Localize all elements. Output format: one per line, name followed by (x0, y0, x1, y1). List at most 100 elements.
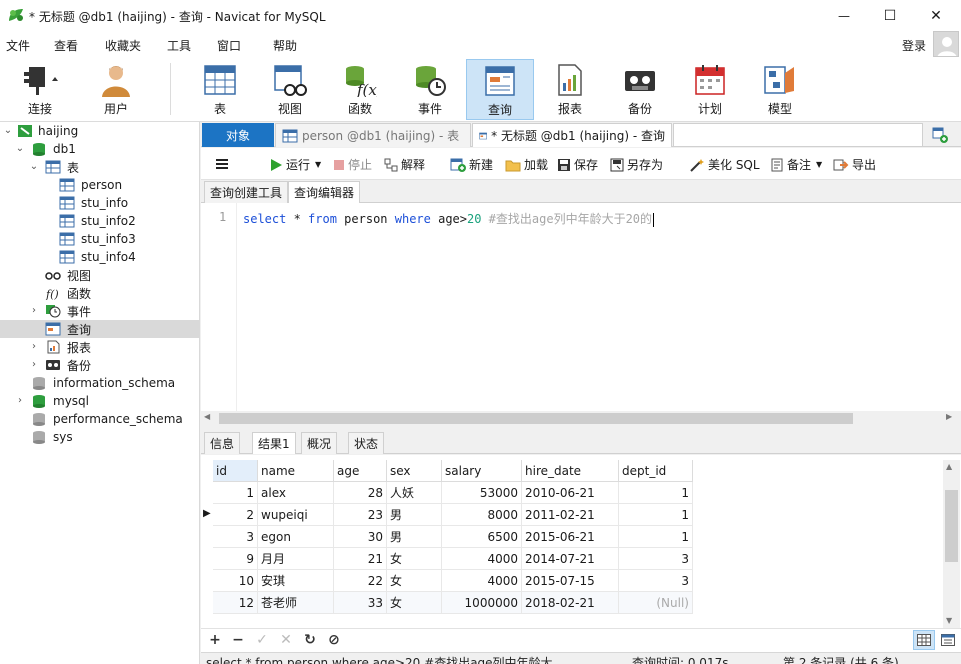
tree-table-stu-info3[interactable]: stu_info3 (0, 230, 199, 248)
maximize-button[interactable]: ☐ (867, 0, 913, 31)
login-link[interactable]: 登录 (902, 37, 926, 54)
cell-name[interactable]: 月月 (258, 548, 334, 570)
cell-age[interactable]: 21 (334, 548, 387, 570)
toolbar-view-button[interactable]: 视图 (256, 59, 324, 120)
tree-database-mysql[interactable]: › mysql (0, 392, 199, 410)
tree-database-sys[interactable]: sys (0, 428, 199, 446)
add-record-icon[interactable]: + (208, 632, 222, 648)
sql-editor[interactable] (201, 203, 961, 411)
cell-sex[interactable]: 女 (387, 548, 442, 570)
tree-reports[interactable]: › 报表 (0, 338, 199, 356)
toolbar-query-button[interactable]: 查询 (466, 59, 534, 120)
cell-id[interactable]: 2 (213, 504, 258, 526)
tree-table-stu-info4[interactable]: stu_info4 (0, 248, 199, 266)
tab-result1[interactable]: 结果1 (252, 432, 296, 454)
cell-salary[interactable]: 53000 (442, 482, 522, 504)
cell-dept-id[interactable]: (Null) (619, 592, 693, 614)
export-button[interactable]: 导出 (833, 156, 876, 173)
cell-salary[interactable]: 1000000 (442, 592, 522, 614)
cell-sex[interactable]: 女 (387, 570, 442, 592)
menu-tools[interactable]: 工具 (167, 37, 191, 54)
column-header-sex[interactable]: sex (387, 460, 442, 482)
toolbar-function-button[interactable]: f(x) 函数 (326, 59, 394, 120)
cell-sex[interactable]: 男 (387, 526, 442, 548)
run-button[interactable]: 运行 ▼ (269, 156, 321, 173)
tree-functions[interactable]: f() 函数 (0, 284, 199, 302)
save-button[interactable]: 保存 (557, 156, 598, 173)
toolbar-schedule-button[interactable]: 计划 (676, 59, 744, 120)
cell-hire-date[interactable]: 2018-02-21 (522, 592, 619, 614)
discard-changes-icon[interactable]: ✕ (279, 632, 293, 648)
cell-salary[interactable]: 6500 (442, 526, 522, 548)
minimize-button[interactable]: — (821, 0, 867, 31)
scroll-right-icon[interactable]: ▶ (946, 412, 952, 421)
tree-backups[interactable]: › 备份 (0, 356, 199, 374)
cell-name[interactable]: alex (258, 482, 334, 504)
cell-sex[interactable]: 男 (387, 504, 442, 526)
cell-sex[interactable]: 女 (387, 592, 442, 614)
explain-button[interactable]: 解释 (384, 156, 425, 173)
cell-name[interactable]: 苍老师 (258, 592, 334, 614)
cell-age[interactable]: 22 (334, 570, 387, 592)
tree-database-performance-schema[interactable]: performance_schema (0, 410, 199, 428)
menu-favorites[interactable]: 收藏夹 (105, 37, 141, 54)
cell-dept-id[interactable]: 1 (619, 504, 693, 526)
toolbar-user-button[interactable]: 用户 (82, 59, 150, 120)
menu-window[interactable]: 窗口 (217, 37, 241, 54)
cell-age[interactable]: 33 (334, 592, 387, 614)
cell-age[interactable]: 23 (334, 504, 387, 526)
tree-views[interactable]: 视图 (0, 266, 199, 284)
save-as-button[interactable]: 另存为 (610, 156, 663, 173)
comment-dropdown-icon[interactable]: ▼ (816, 160, 822, 169)
column-header-age[interactable]: age (334, 460, 387, 482)
tree-table-person[interactable]: person (0, 176, 199, 194)
avatar[interactable] (933, 31, 959, 57)
cell-dept-id[interactable]: 1 (619, 526, 693, 548)
tab-info[interactable]: 信息 (204, 432, 241, 454)
cell-name[interactable]: egon (258, 526, 334, 548)
cell-dept-id[interactable]: 3 (619, 570, 693, 592)
cell-hire-date[interactable]: 2015-06-21 (522, 526, 619, 548)
scroll-left-icon[interactable]: ◀ (204, 412, 210, 421)
toolbar-table-button[interactable]: 表 (186, 59, 254, 120)
tree-table-stu-info2[interactable]: stu_info2 (0, 212, 199, 230)
tab-query-builder[interactable]: 查询创建工具 (204, 181, 289, 203)
cell-dept-id[interactable]: 3 (619, 548, 693, 570)
collapse-caret-icon[interactable]: ⌄ (29, 162, 39, 172)
tab-profile[interactable]: 概况 (301, 432, 338, 454)
object-info-icon[interactable] (932, 127, 948, 143)
cell-id[interactable]: 3 (213, 526, 258, 548)
column-header-salary[interactable]: salary (442, 460, 522, 482)
toolbar-backup-button[interactable]: 备份 (606, 59, 674, 120)
tab-query-editor[interactable]: 查询编辑器 (288, 181, 361, 203)
column-header-id[interactable]: id (213, 460, 258, 482)
toolbar-report-button[interactable]: 报表 (536, 59, 604, 120)
toolbar-connect-button[interactable]: 连接 (6, 59, 74, 120)
cell-hire-date[interactable]: 2010-06-21 (522, 482, 619, 504)
cell-dept-id[interactable]: 1 (619, 482, 693, 504)
load-button[interactable]: 加载 (505, 156, 548, 173)
run-dropdown-icon[interactable]: ▼ (315, 160, 321, 169)
stop-loading-icon[interactable]: ⊘ (327, 632, 341, 648)
cell-name[interactable]: wupeiqi (258, 504, 334, 526)
tree-events[interactable]: › 事件 (0, 302, 199, 320)
grid-view-button[interactable] (913, 630, 935, 650)
menu-file[interactable]: 文件 (6, 37, 30, 54)
tree-connection-haijing[interactable]: ⌄ haijing (0, 122, 199, 140)
beautify-sql-button[interactable]: 美化 SQL (689, 156, 760, 173)
tab-untitled-query[interactable]: * 无标题 @db1 (haijing) - 查询 (472, 123, 672, 147)
tree-table-stu-info[interactable]: stu_info (0, 194, 199, 212)
cell-salary[interactable]: 8000 (442, 504, 522, 526)
cell-id[interactable]: 9 (213, 548, 258, 570)
menu-view[interactable]: 查看 (54, 37, 78, 54)
collapse-caret-icon[interactable]: ⌄ (3, 126, 13, 136)
cell-age[interactable]: 28 (334, 482, 387, 504)
cell-name[interactable]: 安琪 (258, 570, 334, 592)
tree-tables-group[interactable]: ⌄ 表 (0, 158, 199, 176)
grid-scroll-thumb[interactable] (945, 490, 958, 562)
cell-sex[interactable]: 人妖 (387, 482, 442, 504)
comment-button[interactable]: 备注 ▼ (770, 156, 822, 173)
cell-id[interactable]: 12 (213, 592, 258, 614)
cell-hire-date[interactable]: 2014-07-21 (522, 548, 619, 570)
expand-caret-icon[interactable]: › (15, 396, 25, 406)
